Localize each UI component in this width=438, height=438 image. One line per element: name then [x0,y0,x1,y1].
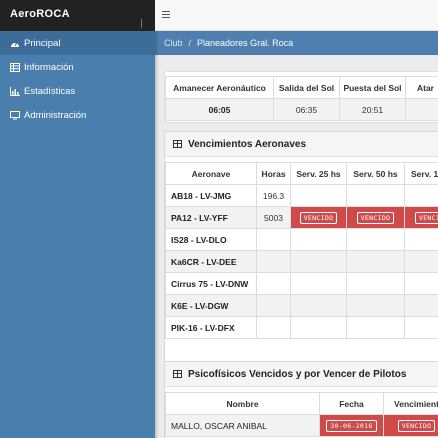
expired-badge: VENCIDO [356,211,395,224]
pilot-expiry: VENCIDO [383,414,438,437]
table-icon [173,140,182,148]
pilots-table: Nombre Fecha Vencimient MALLO, OSCAR ANI… [165,392,438,437]
sidebar-item-informacion[interactable]: Información [0,55,155,79]
aircraft-header-name: Aeronave [165,162,257,185]
aircraft-header-s25: Serv. 25 hs [290,162,347,185]
sun-value-dusk [405,98,438,121]
sidebar-item-estadisticas[interactable]: Estadísticas [0,79,155,103]
aircraft-s100: VENCI [404,206,438,229]
aircraft-s50 [346,184,405,207]
pilots-card-title: Psicofísicos Vencidos y por Vencer de Pi… [188,368,407,380]
aircraft-s50 [346,294,405,317]
aircraft-hours [256,250,291,273]
expired-badge: VENCIDO [397,419,436,432]
breadcrumb-current: Planeadores Gral. Roca [197,38,294,48]
sun-header-dawn: Amanecer Aeronáutico [165,76,274,99]
top-navbar: AeroROCA [0,0,438,31]
aircraft-s100 [404,316,438,339]
aircraft-header-hours: Horas [256,162,291,185]
aircraft-s50 [346,272,405,295]
aircraft-s25 [290,228,347,251]
aircraft-name: Ka6CR - LV-DEE [165,250,257,273]
dashboard-icon [11,41,19,47]
breadcrumb: Club / Planeadores Gral. Roca [155,31,438,55]
sun-value-sunrise: 06:35 [273,98,340,121]
aircraft-hours [256,272,291,295]
main-content: Club / Planeadores Gral. Roca Amanecer A… [155,31,438,438]
pilots-header-expiry: Vencimient [383,392,438,415]
aircraft-hours [256,316,291,339]
sidebar: Principal Información Estadísticas Admin… [0,31,155,438]
sidebar-item-label: Administración [24,109,87,121]
sun-times-table: Amanecer Aeronáutico Salida del Sol Pues… [165,76,438,121]
sun-header-dusk: Atar [405,76,438,99]
brand-logo[interactable]: AeroROCA [0,0,155,31]
aircraft-s25 [290,184,347,207]
content-edge-shadow [155,31,159,438]
aircraft-hours: 196.3 [256,184,291,207]
aircraft-s25 [290,316,347,339]
sidebar-item-label: Información [24,61,74,73]
aircraft-s50 [346,316,405,339]
pilots-header-name: Nombre [165,392,320,415]
aircraft-s100 [404,272,438,295]
aircraft-header-s50: Serv. 50 hs [346,162,405,185]
sidebar-item-label: Principal [24,37,61,49]
expired-badge: VENCI [415,211,438,224]
aircraft-s25 [290,250,347,273]
aircraft-hours [256,228,291,251]
aircraft-card-header: Vencimientos Aeronaves [165,132,438,157]
aircraft-hours [256,294,291,317]
menu-toggle-icon[interactable] [162,11,170,19]
aircraft-s100 [404,228,438,251]
expired-badge: VENCIDO [299,211,338,224]
table-icon [173,370,182,378]
sidebar-item-administracion[interactable]: Administración [0,103,155,127]
pilot-name: MALLO, OSCAR ANIBAL [165,414,320,437]
sidebar-item-principal[interactable]: Principal [0,31,155,55]
aircraft-expirations-card: Vencimientos Aeronaves Aeronave Horas Se… [164,131,438,369]
aircraft-s50: VENCIDO [346,206,405,229]
desktop-icon [10,110,20,119]
breadcrumb-club-link[interactable]: Club [164,38,183,48]
sun-header-sunset: Puesta del Sol [339,76,406,99]
aircraft-header-s100: Serv. 10 [404,162,438,185]
aircraft-card-title: Vencimientos Aeronaves [188,138,307,150]
pilots-header-date: Fecha [319,392,384,415]
aircraft-s25 [290,294,347,317]
sun-header-sunrise: Salida del Sol [273,76,340,99]
sidebar-item-label: Estadísticas [24,85,76,97]
aircraft-s50 [346,228,405,251]
aircraft-name: Cirrus 75 - LV-DNW [165,272,257,295]
sun-times-card: Amanecer Aeronáutico Salida del Sol Pues… [164,71,438,123]
sun-value-dawn: 06:05 [165,98,274,121]
aircraft-s50 [346,250,405,273]
aircraft-name: IS28 - LV-DLO [165,228,257,251]
bar-chart-icon [10,86,20,96]
aircraft-table: Aeronave Horas Serv. 25 hs Serv. 50 hs S… [165,162,438,339]
pilots-card-header: Psicofísicos Vencidos y por Vencer de Pi… [165,362,438,387]
aircraft-s25: VENCIDO [290,206,347,229]
aircraft-s100 [404,184,438,207]
aircraft-name: PA12 - LV-YFF [165,206,257,229]
table-icon [10,62,20,72]
aircraft-s100 [404,250,438,273]
pilot-medicals-card: Psicofísicos Vencidos y por Vencer de Pi… [164,361,438,438]
aircraft-s25 [290,272,347,295]
aircraft-hours: 5003 [256,206,291,229]
aircraft-name: K6E - LV-DGW [165,294,257,317]
breadcrumb-separator: / [188,38,192,48]
aircraft-name: AB18 - LV-JMG [165,184,257,207]
date-badge: 30-06-2016 [326,419,377,432]
aircraft-s100 [404,294,438,317]
pilot-date: 30-06-2016 [319,414,384,437]
brand-divider [141,19,142,28]
sun-value-sunset: 20:51 [339,98,406,121]
aircraft-name: PIK-16 - LV-DFX [165,316,257,339]
